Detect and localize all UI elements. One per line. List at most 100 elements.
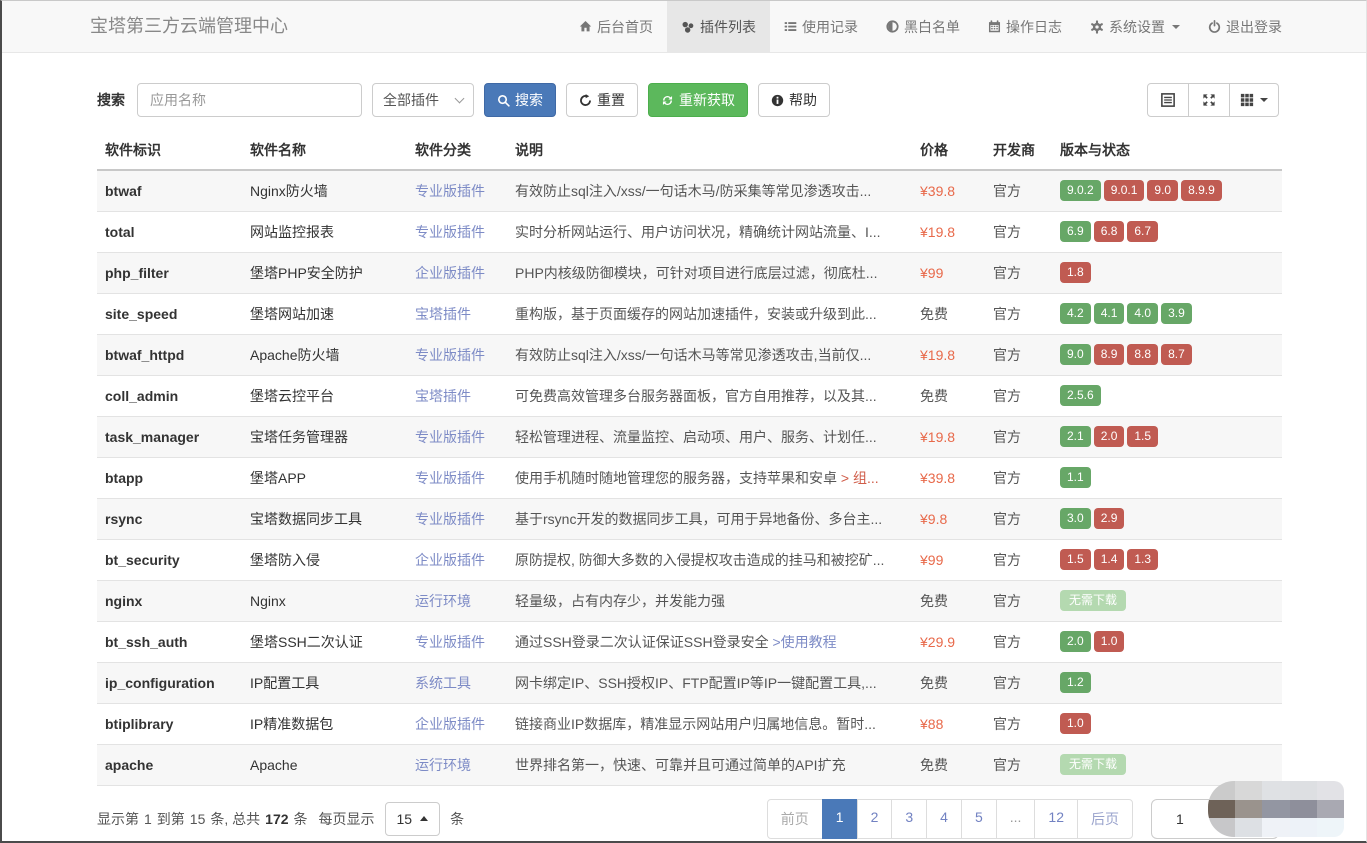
detail-view-icon [1161,93,1175,107]
version-badge[interactable]: 1.8 [1060,262,1091,283]
nav-item-blacklist[interactable]: 黑白名单 [872,1,974,52]
version-badge[interactable]: 8.8 [1127,344,1158,365]
version-badge[interactable]: 8.9.9 [1181,180,1222,201]
category-link[interactable]: 系统工具 [415,675,471,691]
logout-icon [1208,20,1221,33]
columns-button[interactable] [1229,83,1279,117]
nav-item-system-settings[interactable]: 系统设置 [1076,1,1194,52]
plugin-name: 堡塔防入侵 [242,539,407,580]
fullscreen-button[interactable] [1188,83,1230,117]
plugin-developer: 官方 [985,744,1052,785]
plugin-description: 通过SSH登录二次认证保证SSH登录安全 >使用教程 [507,621,912,662]
version-badge[interactable]: 9.0 [1060,344,1091,365]
version-badge[interactable]: 1.2 [1060,672,1091,693]
category-link[interactable]: 企业版插件 [415,552,485,568]
version-badge[interactable]: 6.7 [1127,221,1158,242]
version-badge[interactable]: 1.5 [1127,426,1158,447]
plugin-filter-select[interactable]: 全部插件 [372,83,474,117]
category-link[interactable]: 专业版插件 [415,634,485,650]
search-input[interactable] [137,83,362,117]
plugin-versions: 9.0.29.0.19.08.9.9 [1052,170,1282,211]
category-link[interactable]: 运行环境 [415,593,471,609]
description-link[interactable]: > 组... [841,470,879,486]
main-content: 搜索 全部插件 搜索 重置 重新获取 帮助 [2,53,1366,839]
page-5[interactable]: 5 [961,799,997,839]
version-badge[interactable]: 3.0 [1060,508,1091,529]
description-link[interactable]: >使用教程 [772,634,836,650]
page-12[interactable]: 12 [1034,799,1078,839]
plugin-price: ¥99 [912,252,985,293]
version-badge[interactable]: 9.0.2 [1060,180,1101,201]
page-2[interactable]: 2 [857,799,893,839]
refresh-button[interactable]: 重新获取 [648,83,748,117]
category-link[interactable]: 专业版插件 [415,347,485,363]
version-badge[interactable]: 1.3 [1127,549,1158,570]
version-badge[interactable]: 1.0 [1094,631,1125,652]
version-badge[interactable]: 9.0.1 [1104,180,1145,201]
nav-item-home[interactable]: 后台首页 [565,1,667,52]
nav-item-plugin-list[interactable]: 插件列表 [667,1,770,52]
nav-item-operation-logs[interactable]: 操作日志 [974,1,1076,52]
version-badge[interactable]: 1.1 [1060,467,1091,488]
table-row: apacheApache运行环境世界排名第一，快速、可靠并且可通过简单的API扩… [97,744,1282,785]
version-badge[interactable]: 1.5 [1060,549,1091,570]
censor-pixel [1262,800,1289,819]
plugin-category-cell: 企业版插件 [407,252,507,293]
table-row: btiplibraryIP精准数据包企业版插件链接商业IP数据库，精准显示网站用… [97,703,1282,744]
version-badge[interactable]: 8.7 [1161,344,1192,365]
version-badge[interactable]: 4.2 [1060,303,1091,324]
version-badge[interactable]: 8.9 [1094,344,1125,365]
category-link[interactable]: 企业版插件 [415,265,485,281]
page-size-select[interactable]: 15 [385,802,441,836]
version-badge[interactable]: 2.9 [1094,508,1125,529]
category-link[interactable]: 宝塔插件 [415,306,471,322]
plugin-id: rsync [97,498,242,539]
plugin-id: task_manager [97,416,242,457]
version-badge[interactable]: 2.0 [1060,631,1091,652]
version-badge[interactable]: 2.1 [1060,426,1091,447]
version-badge[interactable]: 2.5.6 [1060,385,1101,406]
version-badge[interactable]: 1.4 [1094,549,1125,570]
total-count: 172 [265,811,288,827]
category-link[interactable]: 专业版插件 [415,429,485,445]
version-badge[interactable]: 4.0 [1127,303,1158,324]
page-4[interactable]: 4 [926,799,962,839]
category-link[interactable]: 企业版插件 [415,716,485,732]
version-badge[interactable]: 4.1 [1094,303,1125,324]
version-badge[interactable]: 9.0 [1147,180,1178,201]
plugin-developer: 官方 [985,293,1052,334]
page-1[interactable]: 1 [822,799,858,839]
plugin-description: 轻量级，占有内存少，并发能力强 [507,580,912,621]
reset-button[interactable]: 重置 [566,83,638,117]
category-link[interactable]: 宝塔插件 [415,388,471,404]
version-badge[interactable]: 2.0 [1094,426,1125,447]
page-ellipsis: ... [996,799,1036,839]
page-3[interactable]: 3 [891,799,927,839]
plugin-name: Apache防火墙 [242,334,407,375]
version-badge[interactable]: 1.0 [1060,713,1091,734]
category-link[interactable]: 专业版插件 [415,470,485,486]
version-badge[interactable]: 6.8 [1094,221,1125,242]
plugin-price: ¥39.8 [912,170,985,211]
version-badge[interactable]: 3.9 [1161,303,1192,324]
page: { "navbar": { "brand": "宝塔第三方云端管理中心", "i… [0,0,1367,843]
plugin-versions: 1.2 [1052,662,1282,703]
plugin-name: 堡塔PHP安全防护 [242,252,407,293]
help-button[interactable]: 帮助 [758,83,830,117]
page-next[interactable]: 后页 [1077,799,1133,839]
plugin-id: bt_ssh_auth [97,621,242,662]
plugin-versions: 1.51.41.3 [1052,539,1282,580]
category-link[interactable]: 运行环境 [415,757,471,773]
search-button[interactable]: 搜索 [484,83,556,117]
version-badge[interactable]: 6.9 [1060,221,1091,242]
category-link[interactable]: 专业版插件 [415,511,485,527]
plugin-price: 免费 [912,662,985,703]
table-row: rsync宝塔数据同步工具专业版插件基于rsync开发的数据同步工具，可用于异地… [97,498,1282,539]
category-link[interactable]: 专业版插件 [415,183,485,199]
category-link[interactable]: 专业版插件 [415,224,485,240]
nav-item-usage-records[interactable]: 使用记录 [770,1,872,52]
column-header-2: 软件名称 [242,131,407,170]
detail-view-button[interactable] [1147,83,1189,117]
nav-item-logout[interactable]: 退出登录 [1194,1,1296,52]
censor-pixel [1208,800,1235,819]
